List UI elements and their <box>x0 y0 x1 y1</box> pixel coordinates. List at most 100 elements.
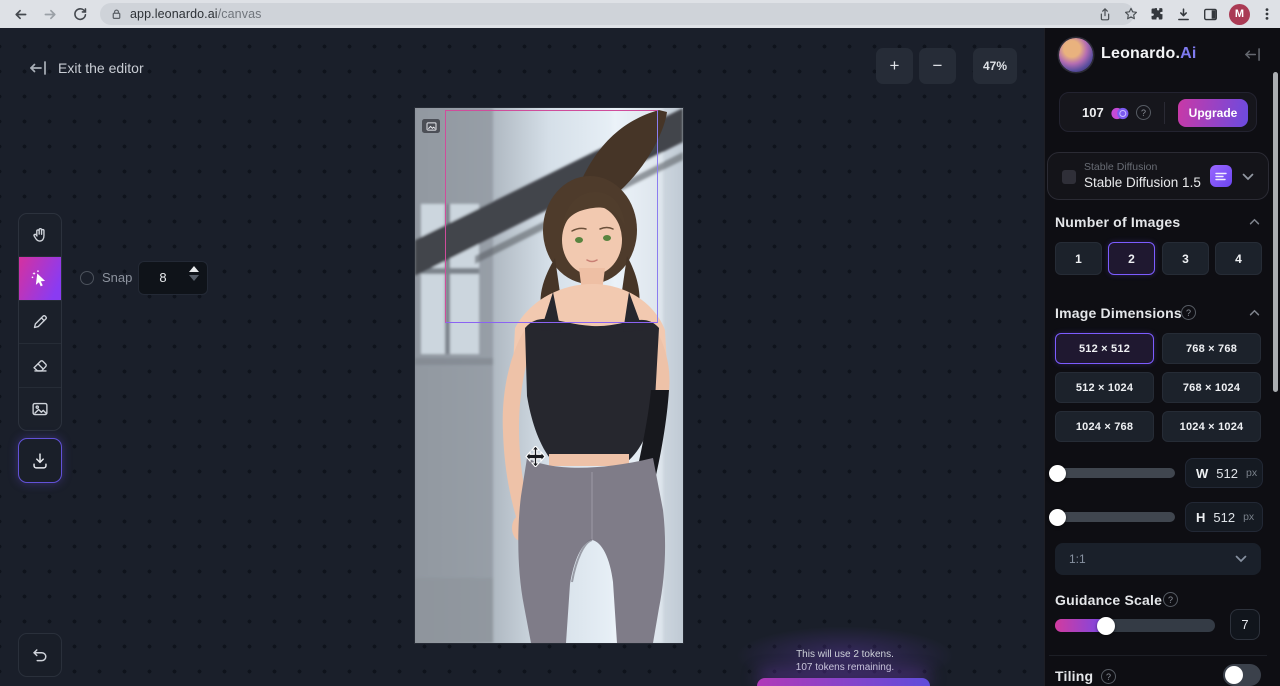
bookmark-star-icon[interactable] <box>1123 6 1139 22</box>
downloads-icon[interactable] <box>1175 6 1192 23</box>
model-select-dropdown[interactable]: Stable Diffusion Stable Diffusion 1.5 <box>1047 152 1269 200</box>
upgrade-button[interactable]: Upgrade <box>1178 99 1248 127</box>
leonardo-logo <box>1059 38 1093 72</box>
dimension-option-1024x1024[interactable]: 1024 × 1024 <box>1162 411 1261 442</box>
tiling-title: Tiling <box>1055 668 1093 684</box>
guidance-scale-help-icon[interactable]: ? <box>1163 592 1178 607</box>
zoom-in-button[interactable]: + <box>876 48 913 84</box>
exit-arrow-icon <box>28 60 48 76</box>
side-panel-icon[interactable] <box>1202 6 1219 23</box>
aspect-ratio-dropdown[interactable]: 1:1 <box>1055 543 1261 575</box>
collapse-sidebar-button[interactable] <box>1243 47 1262 62</box>
snap-decrement-icon[interactable] <box>189 275 199 281</box>
eraser-icon <box>29 354 51 376</box>
exit-editor-button[interactable]: Exit the editor <box>28 60 144 76</box>
canvas-image[interactable] <box>415 108 683 643</box>
guidance-scale-slider[interactable] <box>1055 619 1215 632</box>
image-dimensions-help-icon[interactable]: ? <box>1181 305 1196 320</box>
model-badge-icon <box>1210 165 1232 187</box>
divider <box>1049 655 1267 656</box>
width-value: 512 <box>1216 466 1238 481</box>
num-images-option-1[interactable]: 1 <box>1055 242 1102 275</box>
coin-icon <box>1110 106 1130 121</box>
width-slider[interactable] <box>1055 468 1175 478</box>
url-bar[interactable]: app.leonardo.ai/canvas <box>100 3 1134 25</box>
sidebar-scrollbar[interactable] <box>1273 72 1278 392</box>
browser-forward-icon[interactable] <box>40 4 60 24</box>
num-images-option-4[interactable]: 4 <box>1215 242 1262 275</box>
download-icon <box>29 450 51 472</box>
guidance-scale-thumb[interactable] <box>1097 617 1115 635</box>
canvas-area[interactable]: Exit the editor + − 47% <box>0 28 1044 686</box>
browser-toolbar: app.leonardo.ai/canvas M <box>0 0 1280 28</box>
share-icon[interactable] <box>1097 6 1113 23</box>
number-of-images-title: Number of Images <box>1055 214 1180 230</box>
move-cursor <box>525 446 546 467</box>
sketch-tool-button[interactable] <box>19 301 61 344</box>
guidance-scale-value: 7 <box>1230 609 1260 640</box>
zoom-in-icon: + <box>890 56 900 76</box>
browser-reload-icon[interactable] <box>70 4 90 24</box>
chevron-down-icon <box>1235 555 1247 563</box>
dimension-option-1024x768[interactable]: 1024 × 768 <box>1055 411 1154 442</box>
num-images-option-2[interactable]: 2 <box>1108 242 1155 275</box>
settings-sidebar: Leonardo.Ai 107 ? Upgrade Stable Diffusi… <box>1044 28 1280 686</box>
image-dimensions-collapse-icon[interactable] <box>1249 309 1260 316</box>
snap-value-input[interactable]: 8 <box>138 261 208 295</box>
extensions-puzzle-icon[interactable] <box>1149 6 1165 22</box>
eraser-tool-button[interactable] <box>19 344 61 387</box>
zoom-out-button[interactable]: − <box>919 48 956 84</box>
snap-toggle[interactable] <box>80 271 94 285</box>
select-tool-button[interactable] <box>19 257 61 300</box>
chevron-down-icon <box>1242 173 1254 181</box>
snap-label: Snap <box>102 270 132 285</box>
token-count: 107 <box>1082 105 1104 120</box>
undo-icon <box>29 644 51 666</box>
dimension-option-512x512[interactable]: 512 × 512 <box>1055 333 1154 364</box>
tokens-help-icon[interactable]: ? <box>1136 105 1151 120</box>
image-icon <box>29 398 51 420</box>
workspace: Exit the editor + − 47% <box>0 28 1280 686</box>
width-value-box[interactable]: W 512 px <box>1185 458 1263 488</box>
lock-icon <box>110 7 123 21</box>
num-images-option-3[interactable]: 3 <box>1162 242 1209 275</box>
generate-button[interactable] <box>757 678 930 686</box>
marker-icon <box>29 311 51 333</box>
image-tool-button[interactable] <box>19 388 61 430</box>
dimension-option-768x768[interactable]: 768 × 768 <box>1162 333 1261 364</box>
number-of-images-collapse-icon[interactable] <box>1249 218 1260 225</box>
zoom-out-icon: − <box>933 56 943 76</box>
frame-image-badge-icon <box>422 119 440 133</box>
brand-title: Leonardo.Ai <box>1101 45 1197 63</box>
aspect-ratio-value: 1:1 <box>1069 552 1086 566</box>
browser-back-icon[interactable] <box>10 4 30 24</box>
download-artwork-button[interactable] <box>18 438 62 483</box>
tiling-toggle[interactable] <box>1223 664 1261 686</box>
tiling-help-icon[interactable]: ? <box>1101 669 1116 684</box>
undo-button[interactable] <box>18 633 62 677</box>
token-usage-note: This will use 2 tokens. 107 tokens remai… <box>765 648 925 674</box>
width-label: W <box>1196 466 1208 481</box>
url-text: app.leonardo.ai/canvas <box>130 7 261 21</box>
exit-editor-label: Exit the editor <box>58 60 144 76</box>
height-value-box[interactable]: H 512 px <box>1185 502 1263 532</box>
model-selected-value: Stable Diffusion 1.5 <box>1084 175 1201 190</box>
magic-cursor-icon <box>29 268 51 290</box>
snap-increment-icon[interactable] <box>189 266 199 272</box>
height-slider[interactable] <box>1055 512 1175 522</box>
tool-palette <box>18 213 62 431</box>
model-thumbnail-icon <box>1062 170 1076 184</box>
zoom-level-display[interactable]: 47% <box>973 48 1017 84</box>
height-slider-thumb[interactable] <box>1049 509 1066 526</box>
usage-line2: 107 tokens remaining. <box>765 661 925 674</box>
dimension-option-768x1024[interactable]: 768 × 1024 <box>1162 372 1261 403</box>
dimension-option-512x1024[interactable]: 512 × 1024 <box>1055 372 1154 403</box>
browser-menu-icon[interactable] <box>1260 6 1274 22</box>
usage-line1: This will use 2 tokens. <box>765 648 925 661</box>
browser-profile-avatar[interactable]: M <box>1229 4 1250 25</box>
pan-tool-button[interactable] <box>19 214 61 257</box>
width-unit: px <box>1246 467 1257 479</box>
token-bar: 107 ? Upgrade <box>1059 92 1257 132</box>
width-slider-thumb[interactable] <box>1049 465 1066 482</box>
generation-frame[interactable] <box>445 110 658 323</box>
